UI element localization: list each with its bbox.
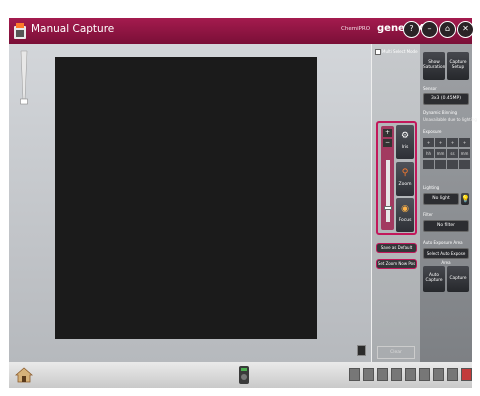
exposure-label: Exposure [423, 129, 442, 134]
exposure-seconds-field[interactable]: ss [447, 149, 458, 158]
zoom-slider-frame: + − [381, 126, 394, 230]
toolbar-layout-icon[interactable] [363, 368, 374, 381]
show-saturation-label: Show Saturation [423, 60, 446, 70]
focus-button[interactable]: ◉ Focus [396, 198, 414, 232]
capture-preview-panel [9, 44, 371, 362]
sensor-label: Sensor [423, 86, 437, 91]
set-zoom-position-button[interactable]: Set Zoom Now Pos [376, 259, 417, 269]
exposure-seconds-up[interactable]: + [447, 138, 458, 147]
zoom-out-button[interactable]: − [383, 139, 392, 147]
brand-chemipro: ChemiPRO [341, 26, 371, 32]
lighting-label: Lighting [423, 185, 440, 190]
exposure-minutes-field[interactable]: mm [435, 149, 446, 158]
toolbar-edit-icon[interactable] [391, 368, 402, 381]
minus-icon: − [384, 139, 391, 146]
select-auto-expose-area-button[interactable]: Select Auto Expose Area [423, 248, 469, 265]
capture-setup-button[interactable]: Capture Setup [447, 52, 469, 80]
toolbar-save-icon[interactable] [419, 368, 430, 381]
app-logo-icon [14, 23, 26, 39]
exposure-millis-field[interactable]: mm [459, 149, 470, 158]
lighting-bulb-button[interactable]: 💡 [461, 193, 470, 205]
plus-icon: + [384, 129, 391, 136]
close-button[interactable]: ✕ [457, 21, 474, 38]
lighting-select[interactable]: No light [423, 193, 459, 205]
zoom-in-button[interactable]: + [383, 129, 392, 137]
toolbar-image-icon[interactable] [377, 368, 388, 381]
auto-capture-label: Auto Capture [425, 273, 443, 283]
auto-exposure-area-label: Auto Exposure Area [423, 240, 463, 245]
filter-select[interactable]: No filter [423, 220, 469, 232]
light-bulb-icon: 💡 [461, 195, 470, 203]
zoom-slider-thumb[interactable] [384, 206, 392, 210]
exposure-minutes-up[interactable]: + [435, 138, 446, 147]
auto-capture-button[interactable]: Auto Capture [423, 266, 445, 292]
clear-button[interactable]: Clear [377, 346, 415, 359]
lens-control-panel: Multi Select Mode + − ⚙ Iris ⚲ Zoom ◉ Fo… [371, 44, 420, 362]
fullscreen-icon[interactable] [357, 345, 366, 356]
minimize-icon: – [427, 24, 432, 33]
exposure-millis-up[interactable]: + [459, 138, 470, 147]
help-icon: ? [409, 24, 414, 33]
camera-status-icon [239, 366, 249, 384]
filter-label: Filter [423, 212, 433, 217]
exposure-seconds-down[interactable] [447, 160, 458, 169]
sensor-select[interactable]: 3x3 (0.45MP) [423, 93, 469, 105]
focus-icon: ◉ [401, 204, 409, 214]
multi-select-checkbox[interactable] [375, 49, 381, 55]
toolbar-print-icon[interactable] [433, 368, 444, 381]
lens-control-group: + − ⚙ Iris ⚲ Zoom ◉ Focus [376, 121, 417, 235]
capture-setup-label: Capture Setup [449, 60, 467, 70]
toolbar-export-icon[interactable] [447, 368, 458, 381]
capture-label: Capture [449, 276, 467, 281]
bottom-toolbar [9, 362, 472, 388]
title-bar: Manual Capture ChemiPRO genePIX ? – ⌂ ✕ [9, 18, 474, 44]
iris-button[interactable]: ⚙ Iris [396, 125, 414, 159]
home-icon[interactable] [15, 366, 33, 384]
iris-icon: ⚙ [400, 131, 410, 141]
home-icon: ⌂ [444, 24, 451, 33]
capture-settings-panel: Show Saturation Capture Setup Sensor 3x3… [420, 44, 477, 362]
brightness-slider[interactable] [20, 49, 28, 119]
toolbar-grid-icon[interactable] [405, 368, 416, 381]
dynamic-binning-status: Unavailable due to lighting [423, 117, 477, 122]
focus-label: Focus [398, 218, 412, 223]
window-title: Manual Capture [31, 23, 115, 35]
toolbar-window-icon[interactable] [349, 368, 360, 381]
zoom-slider-track[interactable] [386, 160, 390, 222]
zoom-icon: ⚲ [401, 168, 409, 178]
dynamic-binning-label: Dynamic Binning [423, 110, 458, 115]
multi-select-label: Multi Select Mode [382, 49, 418, 54]
iris-label: Iris [401, 145, 409, 150]
camera-image-view[interactable] [55, 57, 317, 339]
close-icon: ✕ [462, 24, 469, 33]
show-saturation-button[interactable]: Show Saturation [423, 52, 445, 80]
toolbar-exit-icon[interactable] [461, 368, 472, 381]
exposure-hours-field[interactable]: hh [423, 149, 434, 158]
exposure-millis-down[interactable] [459, 160, 470, 169]
minimize-button[interactable]: – [421, 21, 438, 38]
zoom-label: Zoom [398, 182, 412, 187]
home-button[interactable]: ⌂ [439, 21, 456, 38]
exposure-hours-up[interactable]: + [423, 138, 434, 147]
capture-button[interactable]: Capture [447, 266, 469, 292]
save-as-default-button[interactable]: Save as Default [376, 243, 417, 253]
exposure-minutes-down[interactable] [435, 160, 446, 169]
exposure-hours-down[interactable] [423, 160, 434, 169]
help-button[interactable]: ? [403, 21, 420, 38]
zoom-button[interactable]: ⚲ Zoom [396, 162, 414, 196]
